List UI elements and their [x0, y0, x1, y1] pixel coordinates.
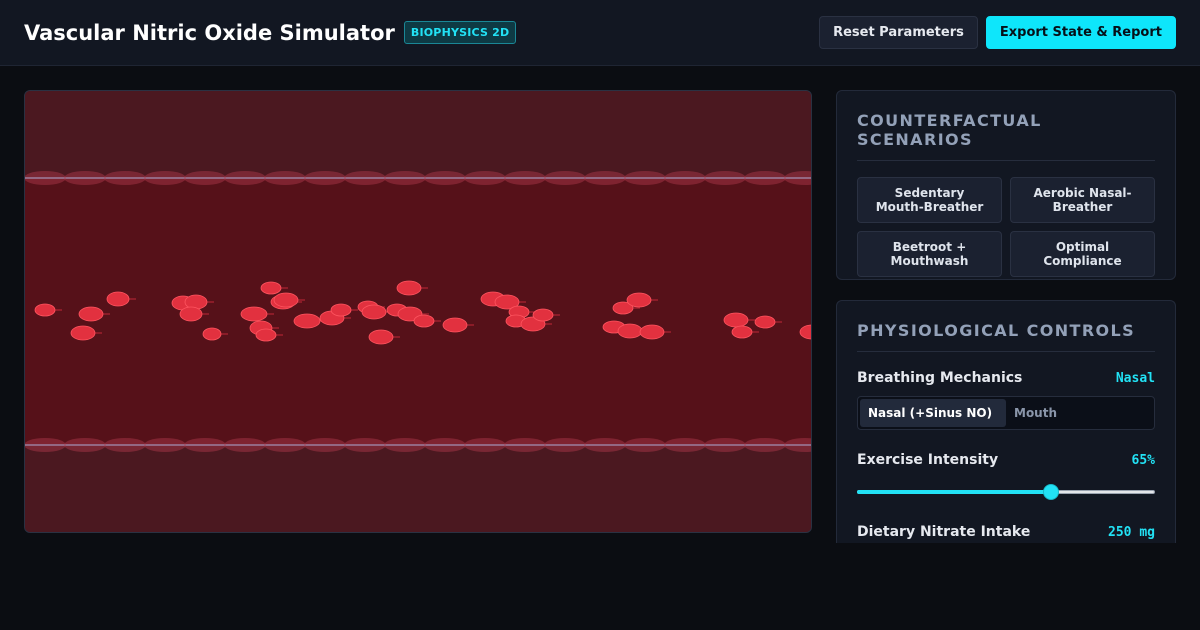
red-blood-cell: [260, 281, 282, 295]
physiological-controls-panel: PHYSIOLOGICAL CONTROLS Breathing Mechani…: [836, 300, 1176, 543]
breathing-label: Breathing Mechanics: [857, 370, 1023, 386]
app-header: Vascular Nitric Oxide Simulator BIOPHYSI…: [0, 0, 1200, 66]
endothelial-cell: [544, 171, 586, 185]
red-blood-cell: [273, 292, 299, 308]
endothelial-cell: [344, 171, 386, 185]
breathing-option-mouth[interactable]: Mouth: [1006, 399, 1152, 427]
red-blood-cell: [179, 306, 203, 322]
exercise-row: Exercise Intensity 65%: [857, 452, 1155, 468]
endothelial-cell: [624, 438, 666, 452]
endothelial-cell: [224, 438, 266, 452]
endothelial-cell: [25, 171, 66, 185]
endothelial-cell: [64, 171, 106, 185]
scenario-aerobic-nasal-breather-button[interactable]: Aerobic Nasal-Breather: [1010, 177, 1155, 223]
endothelial-cell: [224, 171, 266, 185]
endothelial-cell: [584, 171, 626, 185]
breathing-value: Nasal: [1115, 371, 1155, 386]
mode-badge: BIOPHYSICS 2D: [403, 21, 517, 44]
red-blood-cell: [532, 308, 554, 322]
reset-parameters-button[interactable]: Reset Parameters: [819, 16, 978, 49]
red-blood-cell: [617, 323, 643, 339]
red-blood-cell: [639, 324, 665, 340]
endothelial-cell: [384, 171, 426, 185]
red-blood-cell: [731, 325, 753, 339]
red-blood-cell: [293, 313, 321, 329]
vessel-simulation-canvas[interactable]: [24, 90, 812, 533]
endothelial-cell: [144, 171, 186, 185]
endothelial-cell: [104, 171, 146, 185]
endothelial-cell: [424, 171, 466, 185]
endothelial-cell: [64, 438, 106, 452]
endothelial-cell: [104, 438, 146, 452]
endothelial-cell: [264, 438, 306, 452]
red-blood-cell: [754, 315, 776, 329]
scenario-optimal-compliance-button[interactable]: Optimal Compliance: [1010, 231, 1155, 277]
red-blood-cell: [396, 280, 422, 296]
red-blood-cell: [255, 328, 277, 342]
endothelial-cell: [304, 171, 346, 185]
endothelial-cell: [25, 438, 66, 452]
scenarios-title: COUNTERFACTUAL SCENARIOS: [857, 111, 1155, 161]
endothelial-cell: [624, 171, 666, 185]
header-actions: Reset Parameters Export State & Report: [819, 16, 1176, 49]
controls-title: PHYSIOLOGICAL CONTROLS: [857, 321, 1155, 352]
red-blood-cell: [723, 312, 749, 328]
scenario-sedentary-mouth-breather-button[interactable]: Sedentary Mouth-Breather: [857, 177, 1002, 223]
exercise-label: Exercise Intensity: [857, 452, 999, 468]
endothelial-cell: [184, 171, 226, 185]
red-blood-cell: [413, 314, 435, 328]
breathing-mode-toggle: Nasal (+Sinus NO) Mouth: [857, 396, 1155, 430]
exercise-intensity-slider[interactable]: [857, 484, 1155, 500]
endothelial-cell: [584, 438, 626, 452]
endothelial-cell: [184, 438, 226, 452]
endothelial-cell: [704, 171, 746, 185]
endothelial-cell: [304, 438, 346, 452]
export-report-button[interactable]: Export State & Report: [985, 16, 1176, 49]
scenario-grid: Sedentary Mouth-Breather Aerobic Nasal-B…: [857, 177, 1155, 277]
red-blood-cell: [361, 304, 387, 320]
endothelial-cell: [544, 438, 586, 452]
red-blood-cell: [240, 306, 268, 322]
scenarios-panel: COUNTERFACTUAL SCENARIOS Sedentary Mouth…: [836, 90, 1176, 280]
endothelial-cell: [504, 171, 546, 185]
endothelial-cell: [744, 171, 786, 185]
endothelial-cell: [144, 438, 186, 452]
slider-fill: [857, 490, 1051, 494]
red-blood-cell: [368, 329, 394, 345]
breathing-option-nasal[interactable]: Nasal (+Sinus NO): [860, 399, 1006, 427]
endothelial-cell: [664, 171, 706, 185]
red-blood-cell: [330, 303, 352, 317]
red-blood-cell: [70, 325, 96, 341]
endothelial-cell: [344, 438, 386, 452]
red-blood-cell: [106, 291, 130, 307]
endothelial-cell: [664, 438, 706, 452]
red-blood-cell: [626, 292, 652, 308]
nitrate-value: 250 mg: [1108, 525, 1155, 540]
red-blood-cell: [78, 306, 104, 322]
endothelial-cell: [384, 438, 426, 452]
slider-thumb[interactable]: [1042, 484, 1059, 500]
endothelial-cell: [464, 171, 506, 185]
endothelial-cell: [264, 171, 306, 185]
endothelial-cell: [464, 438, 506, 452]
red-blood-cell: [202, 327, 222, 341]
nitrate-label: Dietary Nitrate Intake: [857, 524, 1031, 540]
scenario-beetroot-mouthwash-button[interactable]: Beetroot + Mouthwash: [857, 231, 1002, 277]
endothelial-cell: [704, 438, 746, 452]
exercise-value: 65%: [1131, 453, 1155, 468]
endothelial-cell: [504, 438, 546, 452]
endothelial-cell: [744, 438, 786, 452]
endothelial-cell: [424, 438, 466, 452]
vessel-visualization: [25, 91, 811, 532]
breathing-row: Breathing Mechanics Nasal: [857, 370, 1155, 386]
red-blood-cell: [34, 303, 56, 317]
nitrate-row: Dietary Nitrate Intake 250 mg: [857, 524, 1155, 540]
page-title: Vascular Nitric Oxide Simulator: [24, 20, 395, 45]
red-blood-cell: [442, 317, 468, 333]
